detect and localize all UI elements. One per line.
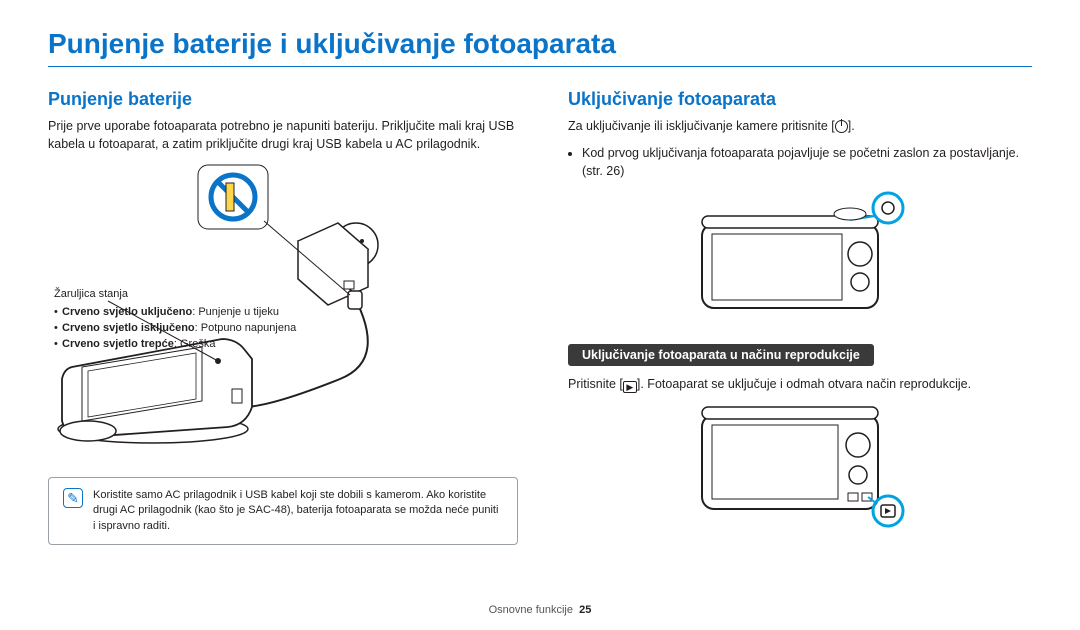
led-title: Žaruljica stanja [54,287,296,303]
power-paragraph: Za uključivanje ili isključivanje kamere… [568,118,1032,136]
led-item-error: Crveno svjetlo trepće: Greška [54,337,296,353]
left-column: Punjenje baterije Prije prve uporabe fot… [48,89,518,545]
footer-section: Osnovne funkcije [489,604,573,616]
charging-diagram: Žaruljica stanja Crveno svjetlo uključen… [48,161,518,451]
right-heading: Uključivanje fotoaparata [568,89,1032,110]
note-icon: ✎ [63,488,83,508]
led-item-charging: Crveno svjetlo uključeno: Punjenje u tij… [54,305,296,321]
footer-page-number: 25 [579,604,591,616]
playback-paragraph: Pritisnite [▶]. Fotoaparat se uključuje … [568,376,1032,394]
page-footer: Osnovne funkcije 25 [0,604,1080,616]
right-column: Uključivanje fotoaparata Za uključivanje… [568,89,1032,545]
led-status-label: Žaruljica stanja Crveno svjetlo uključen… [54,287,296,353]
content-columns: Punjenje baterije Prije prve uporabe fot… [48,89,1032,545]
page-title: Punjenje baterije i uključivanje fotoapa… [48,28,1032,67]
left-paragraph: Prije prve uporabe fotoaparata potrebno … [48,118,518,153]
note-box: ✎ Koristite samo AC prilagodnik i USB ka… [48,477,518,545]
note-text: Koristite samo AC prilagodnik i USB kabe… [93,488,503,534]
playback-subheading: Uključivanje fotoaparata u načinu reprod… [568,344,874,366]
left-heading: Punjenje baterije [48,89,518,110]
led-item-full: Crveno svjetlo isključeno: Potpuno napun… [54,321,296,337]
power-bullet: Kod prvog uključivanja fotoaparata pojav… [582,144,1032,180]
camera-back-figure [568,401,1032,531]
playback-icon: ▶ [623,381,637,393]
power-bullet-list: Kod prvog uključivanja fotoaparata pojav… [582,144,1032,180]
camera-top-figure [568,190,1032,320]
power-icon [835,120,848,133]
